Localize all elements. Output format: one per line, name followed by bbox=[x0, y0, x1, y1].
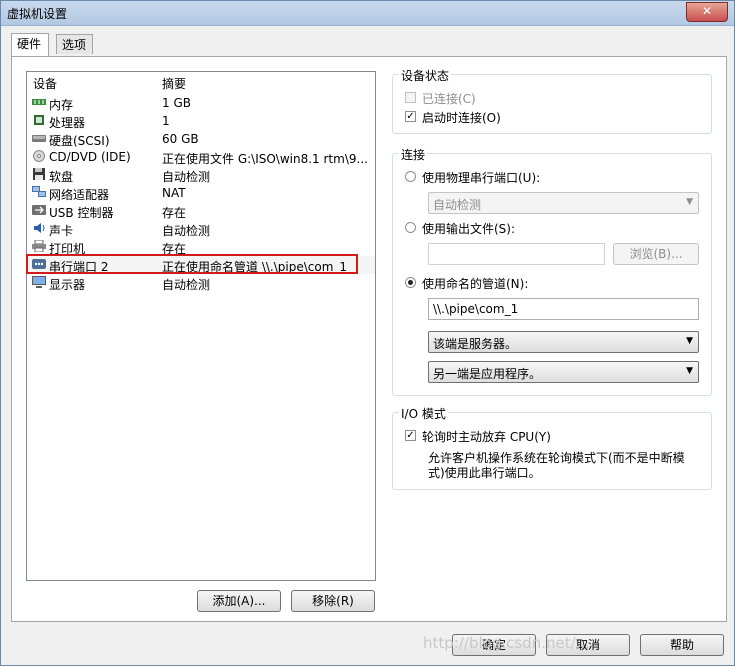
hard-disk-icon bbox=[32, 135, 46, 142]
floppy-icon bbox=[33, 168, 45, 180]
chevron-down-icon: ▼ bbox=[686, 197, 693, 207]
device-name: 网络适配器 bbox=[49, 188, 110, 202]
memory-icon bbox=[32, 99, 46, 105]
device-row-serial-port[interactable]: 串行端口 2 正在使用命名管道 \\.\pipe\com_1 bbox=[26, 254, 375, 274]
device-name: CD/DVD (IDE) bbox=[49, 150, 131, 164]
output-file-label: 使用输出文件(S): bbox=[422, 222, 516, 236]
device-name: 显示器 bbox=[49, 278, 86, 292]
hardware-panel: 设备 摘要 内存 1 GB 处理器 1 硬盘(SCSI) 60 GB CD/DV… bbox=[11, 56, 727, 622]
network-adapter-icon bbox=[32, 186, 46, 197]
device-list-header: 设备 摘要 bbox=[27, 72, 375, 92]
connect-at-power-on-label: 启动时连接(O) bbox=[422, 111, 501, 125]
processor-icon bbox=[34, 115, 44, 125]
physical-port-select-value: 自动检测 bbox=[433, 198, 482, 212]
device-summary: 存在 bbox=[162, 206, 187, 220]
device-name: 内存 bbox=[49, 98, 74, 112]
device-summary: 正在使用文件 G:\ISO\win8.1 rtm\9... bbox=[162, 152, 368, 166]
device-column-header[interactable]: 设备 bbox=[33, 75, 57, 92]
connection-group: 连接 使用物理串行端口(U): 自动检测 ▼ 使用输出文件(S): 浏览(B).… bbox=[392, 146, 712, 396]
named-pipe-radio[interactable] bbox=[405, 277, 416, 288]
device-row-usb-controller[interactable]: USB 控制器 存在 bbox=[27, 202, 375, 220]
chevron-down-icon: ▼ bbox=[686, 336, 693, 346]
named-pipe-label: 使用命名的管道(N): bbox=[422, 277, 529, 291]
device-status-title: 设备状态 bbox=[399, 67, 452, 84]
device-name: 处理器 bbox=[49, 116, 86, 130]
physical-port-select[interactable]: 自动检测 ▼ bbox=[428, 192, 699, 214]
io-mode-description: 允许客户机操作系统在轮询模式下(而不是中断模式)使用此串行端口。 bbox=[428, 451, 685, 480]
add-button[interactable]: 添加(A)... bbox=[197, 590, 281, 612]
pipe-end-select-value: 该端是服务器。 bbox=[433, 337, 518, 351]
device-summary: 1 bbox=[162, 114, 170, 128]
display-icon bbox=[32, 276, 46, 288]
named-pipe-path: \\.\pipe\com_1 bbox=[433, 302, 519, 316]
connected-label: 已连接(C) bbox=[422, 92, 476, 106]
device-row-network-adapter[interactable]: 网络适配器 NAT bbox=[27, 184, 375, 202]
cd-dvd-icon bbox=[33, 150, 45, 162]
output-file-radio[interactable] bbox=[405, 222, 416, 233]
connection-title: 连接 bbox=[399, 146, 428, 163]
ok-button[interactable]: 确定 bbox=[452, 634, 536, 656]
device-name: 声卡 bbox=[49, 224, 74, 238]
close-button[interactable]: ✕ bbox=[686, 2, 728, 22]
tab-options[interactable]: 选项 bbox=[56, 34, 93, 54]
browse-button[interactable]: 浏览(B)... bbox=[613, 243, 699, 265]
device-summary: 存在 bbox=[162, 242, 187, 256]
physical-port-label: 使用物理串行端口(U): bbox=[422, 171, 541, 185]
tab-hardware[interactable]: 硬件 bbox=[11, 33, 49, 56]
io-mode-title: I/O 模式 bbox=[399, 405, 448, 422]
output-file-input[interactable] bbox=[428, 243, 605, 265]
remove-button[interactable]: 移除(R) bbox=[291, 590, 375, 612]
named-pipe-input[interactable]: \\.\pipe\com_1 bbox=[428, 298, 699, 320]
device-row-printer[interactable]: 打印机 存在 bbox=[27, 238, 375, 256]
device-summary: 自动检测 bbox=[162, 278, 211, 292]
pipe-other-end-select[interactable]: 另一端是应用程序。 ▼ bbox=[428, 361, 699, 383]
summary-column-header[interactable]: 摘要 bbox=[162, 75, 186, 92]
device-summary: NAT bbox=[162, 186, 186, 200]
device-row-hard-disk[interactable]: 硬盘(SCSI) 60 GB bbox=[27, 130, 375, 148]
connect-at-power-on-checkbox[interactable]: ✓ bbox=[405, 111, 416, 122]
device-row-sound-card[interactable]: 声卡 自动检测 bbox=[27, 220, 375, 238]
connected-checkbox[interactable] bbox=[405, 92, 416, 103]
physical-port-radio[interactable] bbox=[405, 171, 416, 182]
device-name: 打印机 bbox=[49, 242, 86, 256]
io-mode-group: I/O 模式 ✓ 轮询时主动放弃 CPU(Y) 允许客户机操作系统在轮询模式下(… bbox=[392, 405, 712, 490]
device-summary: 正在使用命名管道 \\.\pipe\com_1 bbox=[162, 260, 348, 274]
device-summary: 自动检测 bbox=[162, 170, 211, 184]
usb-icon bbox=[32, 205, 46, 215]
device-summary: 1 GB bbox=[162, 96, 191, 110]
device-row-cd-dvd[interactable]: CD/DVD (IDE) 正在使用文件 G:\ISO\win8.1 rtm\9.… bbox=[27, 148, 375, 166]
device-row-memory[interactable]: 内存 1 GB bbox=[27, 94, 375, 112]
sound-card-icon bbox=[34, 223, 45, 233]
yield-cpu-checkbox[interactable]: ✓ bbox=[405, 430, 416, 441]
device-summary: 自动检测 bbox=[162, 224, 211, 238]
device-row-display[interactable]: 显示器 自动检测 bbox=[27, 274, 375, 292]
vm-settings-window: 虚拟机设置 ✕ 硬件 选项 设备 摘要 内存 1 GB 处理器 1 硬盘(SCS… bbox=[0, 0, 735, 666]
device-name: USB 控制器 bbox=[49, 206, 114, 220]
device-row-floppy[interactable]: 软盘 自动检测 bbox=[27, 166, 375, 184]
serial-port-icon bbox=[32, 259, 46, 269]
title-bar[interactable]: 虚拟机设置 ✕ bbox=[1, 1, 734, 26]
yield-cpu-label: 轮询时主动放弃 CPU(Y) bbox=[422, 430, 551, 444]
pipe-other-end-select-value: 另一端是应用程序。 bbox=[433, 367, 542, 381]
device-name: 软盘 bbox=[49, 170, 74, 184]
device-name: 串行端口 2 bbox=[49, 260, 109, 274]
window-title: 虚拟机设置 bbox=[7, 7, 68, 21]
device-summary: 60 GB bbox=[162, 132, 199, 146]
pipe-end-select[interactable]: 该端是服务器。 ▼ bbox=[428, 331, 699, 353]
device-row-processor[interactable]: 处理器 1 bbox=[27, 112, 375, 130]
device-list[interactable]: 设备 摘要 内存 1 GB 处理器 1 硬盘(SCSI) 60 GB CD/DV… bbox=[26, 71, 376, 581]
device-status-group: 设备状态 已连接(C) ✓ 启动时连接(O) bbox=[392, 67, 712, 134]
chevron-down-icon: ▼ bbox=[686, 366, 693, 376]
printer-icon bbox=[32, 240, 46, 252]
help-button[interactable]: 帮助 bbox=[640, 634, 724, 656]
cancel-button[interactable]: 取消 bbox=[546, 634, 630, 656]
device-name: 硬盘(SCSI) bbox=[49, 134, 110, 148]
